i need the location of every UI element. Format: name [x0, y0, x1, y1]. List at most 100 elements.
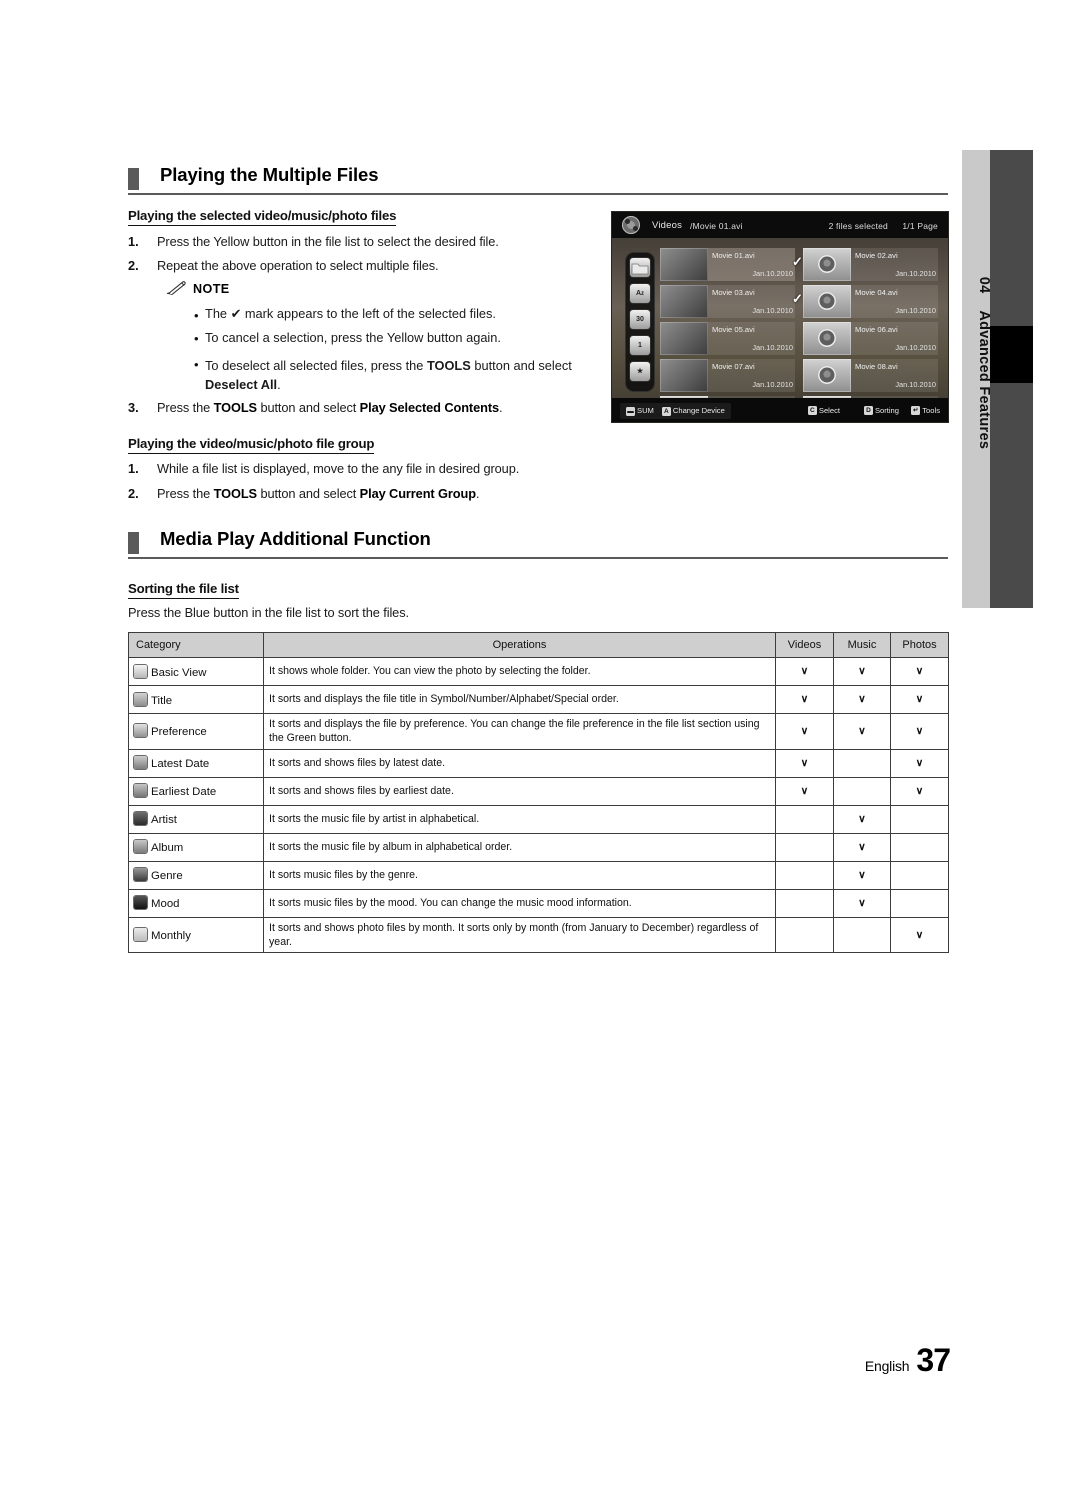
row-category: Basic View [128, 657, 264, 686]
film-reel-icon [622, 216, 640, 234]
row-videos-mark: ∨ [775, 776, 834, 806]
row-operations: It sorts the music file by album in alph… [263, 832, 776, 862]
column-header-videos: Videos [775, 632, 834, 658]
row-photos-mark: ∨ [890, 713, 949, 750]
genre-icon [134, 868, 147, 882]
row-videos-mark: ∨ [775, 657, 834, 686]
heading-accent-bar [128, 532, 139, 554]
album-icon [134, 840, 147, 854]
row-videos-mark [775, 916, 834, 954]
artist-icon [134, 812, 147, 826]
side-bar-black-marker [990, 326, 1033, 383]
subheading-selected-files: Playing the selected video/music/photo f… [128, 208, 396, 226]
tv-menu-title: Videos [652, 220, 683, 231]
tv-footer-usb[interactable]: ▬ SUM [626, 406, 654, 416]
note-item: To deselect all selected files, press th… [205, 358, 572, 393]
tv-footer-select-label: Select [818, 405, 840, 415]
footer-page-number: 37 [916, 1342, 951, 1378]
row-photos-mark [890, 804, 949, 834]
pencil-note-icon [166, 280, 186, 298]
tv-file-item[interactable]: Movie 03.avi Jan.10.2010 [660, 285, 795, 318]
row-videos-mark [775, 804, 834, 834]
note-item: The ✔ mark appears to the left of the se… [205, 306, 496, 321]
tv-file-item[interactable]: ✓ Movie 04.avi Jan.10.2010 [792, 285, 938, 318]
row-photos-mark: ∨ [890, 685, 949, 714]
step-text: Press the Yellow button in the file list… [157, 234, 499, 249]
table-header-row: Category Operations Videos Music Photos [128, 632, 949, 658]
tv-file-item[interactable]: ✓ Movie 02.avi Jan.10.2010 [792, 248, 938, 281]
row-music-mark [833, 748, 891, 778]
row-photos-mark [890, 888, 949, 918]
row-music-mark [833, 916, 891, 954]
row-category: Title [128, 685, 264, 714]
step-number: 1. [128, 234, 139, 249]
heading-accent-bar [128, 168, 139, 190]
row-category-label: Preference [151, 726, 207, 739]
row-operations: It shows whole folder. You can view the … [263, 657, 776, 686]
column-header-category: Category [128, 632, 264, 658]
tv-footer-tools-label: Tools [922, 405, 940, 415]
star-icon [134, 724, 147, 738]
column-header-music: Music [833, 632, 891, 658]
row-category: Mood [128, 888, 264, 918]
calendar-1-icon [134, 784, 147, 798]
row-category-label: Earliest Date [151, 786, 217, 799]
key-d-icon: D [863, 406, 873, 415]
step-text: Press the TOOLS button and select Play C… [157, 486, 480, 501]
usb-key-icon: ▬ [626, 406, 635, 416]
calendar-30-icon: 30 [630, 310, 650, 329]
row-photos-mark: ∨ [890, 657, 949, 686]
row-operations: It sorts and displays the file by prefer… [263, 713, 776, 750]
calendar-1-icon: 1 [630, 336, 650, 355]
step-text: While a file list is displayed, move to … [157, 461, 520, 476]
row-photos-mark [890, 860, 949, 890]
folder-icon [134, 664, 147, 678]
table-row: Basic View It shows whole folder. You ca… [128, 657, 949, 686]
tv-file-item[interactable]: Movie 06.avi Jan.10.2010 [803, 322, 938, 355]
column-header-operations: Operations [263, 632, 776, 658]
row-category: Monthly [128, 916, 264, 954]
row-category-label: Basic View [151, 666, 207, 679]
row-videos-mark [775, 860, 834, 890]
tv-file-item[interactable]: Movie 05.avi Jan.10.2010 [660, 322, 795, 355]
row-music-mark: ∨ [833, 713, 891, 750]
table-row: Mood It sorts music files by the mood. Y… [128, 888, 949, 918]
tv-file-date: Jan.10.2010 [752, 306, 793, 315]
row-videos-mark: ∨ [775, 685, 834, 714]
tv-file-date: Jan.10.2010 [752, 269, 793, 278]
row-operations: It sorts and shows photo files by month.… [263, 916, 776, 954]
key-c-icon: C [807, 406, 817, 415]
tv-file-thumbnail-reel [803, 248, 851, 281]
tv-file-item[interactable]: Movie 01.avi Jan.10.2010 [660, 248, 795, 281]
table-row: Artist It sorts the music file by artist… [128, 804, 949, 834]
tv-file-thumbnail-reel [803, 322, 851, 355]
tv-footer-sorting[interactable]: D Sorting [863, 406, 899, 415]
row-operations: It sorts and shows files by latest date. [263, 748, 776, 778]
note-item: To cancel a selection, press the Yellow … [205, 330, 501, 345]
tv-footer-select[interactable]: C Select [807, 405, 840, 415]
chapter-side-tab: 04 Advanced Features [962, 150, 992, 608]
footer-language: English [864, 1358, 910, 1374]
key-a-icon: A [661, 406, 671, 416]
tv-footer-change-device[interactable]: A Change Device [661, 406, 725, 416]
tv-footer-tools[interactable]: ↵ Tools [911, 405, 940, 415]
star-icon: ★ [630, 362, 650, 381]
row-category-label: Mood [151, 898, 180, 911]
row-videos-mark: ∨ [775, 713, 834, 750]
tv-file-item[interactable]: Movie 08.avi Jan.10.2010 [803, 359, 938, 392]
row-category: Earliest Date [128, 776, 264, 806]
tv-current-path: /Movie 01.avi [690, 221, 743, 231]
tv-file-thumbnail-reel [803, 285, 851, 318]
page-footer: English 37 [864, 1342, 951, 1379]
tv-file-item[interactable]: Movie 07.avi Jan.10.2010 [660, 359, 795, 392]
folder-icon [630, 258, 650, 277]
section-title: Media Play Additional Function [160, 528, 431, 549]
row-videos-mark: ∨ [775, 748, 834, 778]
tv-file-date: Jan.10.2010 [752, 343, 793, 352]
bullet-dot: • [194, 308, 199, 323]
row-music-mark [833, 776, 891, 806]
subheading-sorting-file-list: Sorting the file list [128, 581, 239, 599]
row-music-mark: ∨ [833, 657, 891, 686]
tv-file-date: Jan.10.2010 [895, 380, 936, 389]
tools-key-icon: ↵ [911, 406, 921, 415]
